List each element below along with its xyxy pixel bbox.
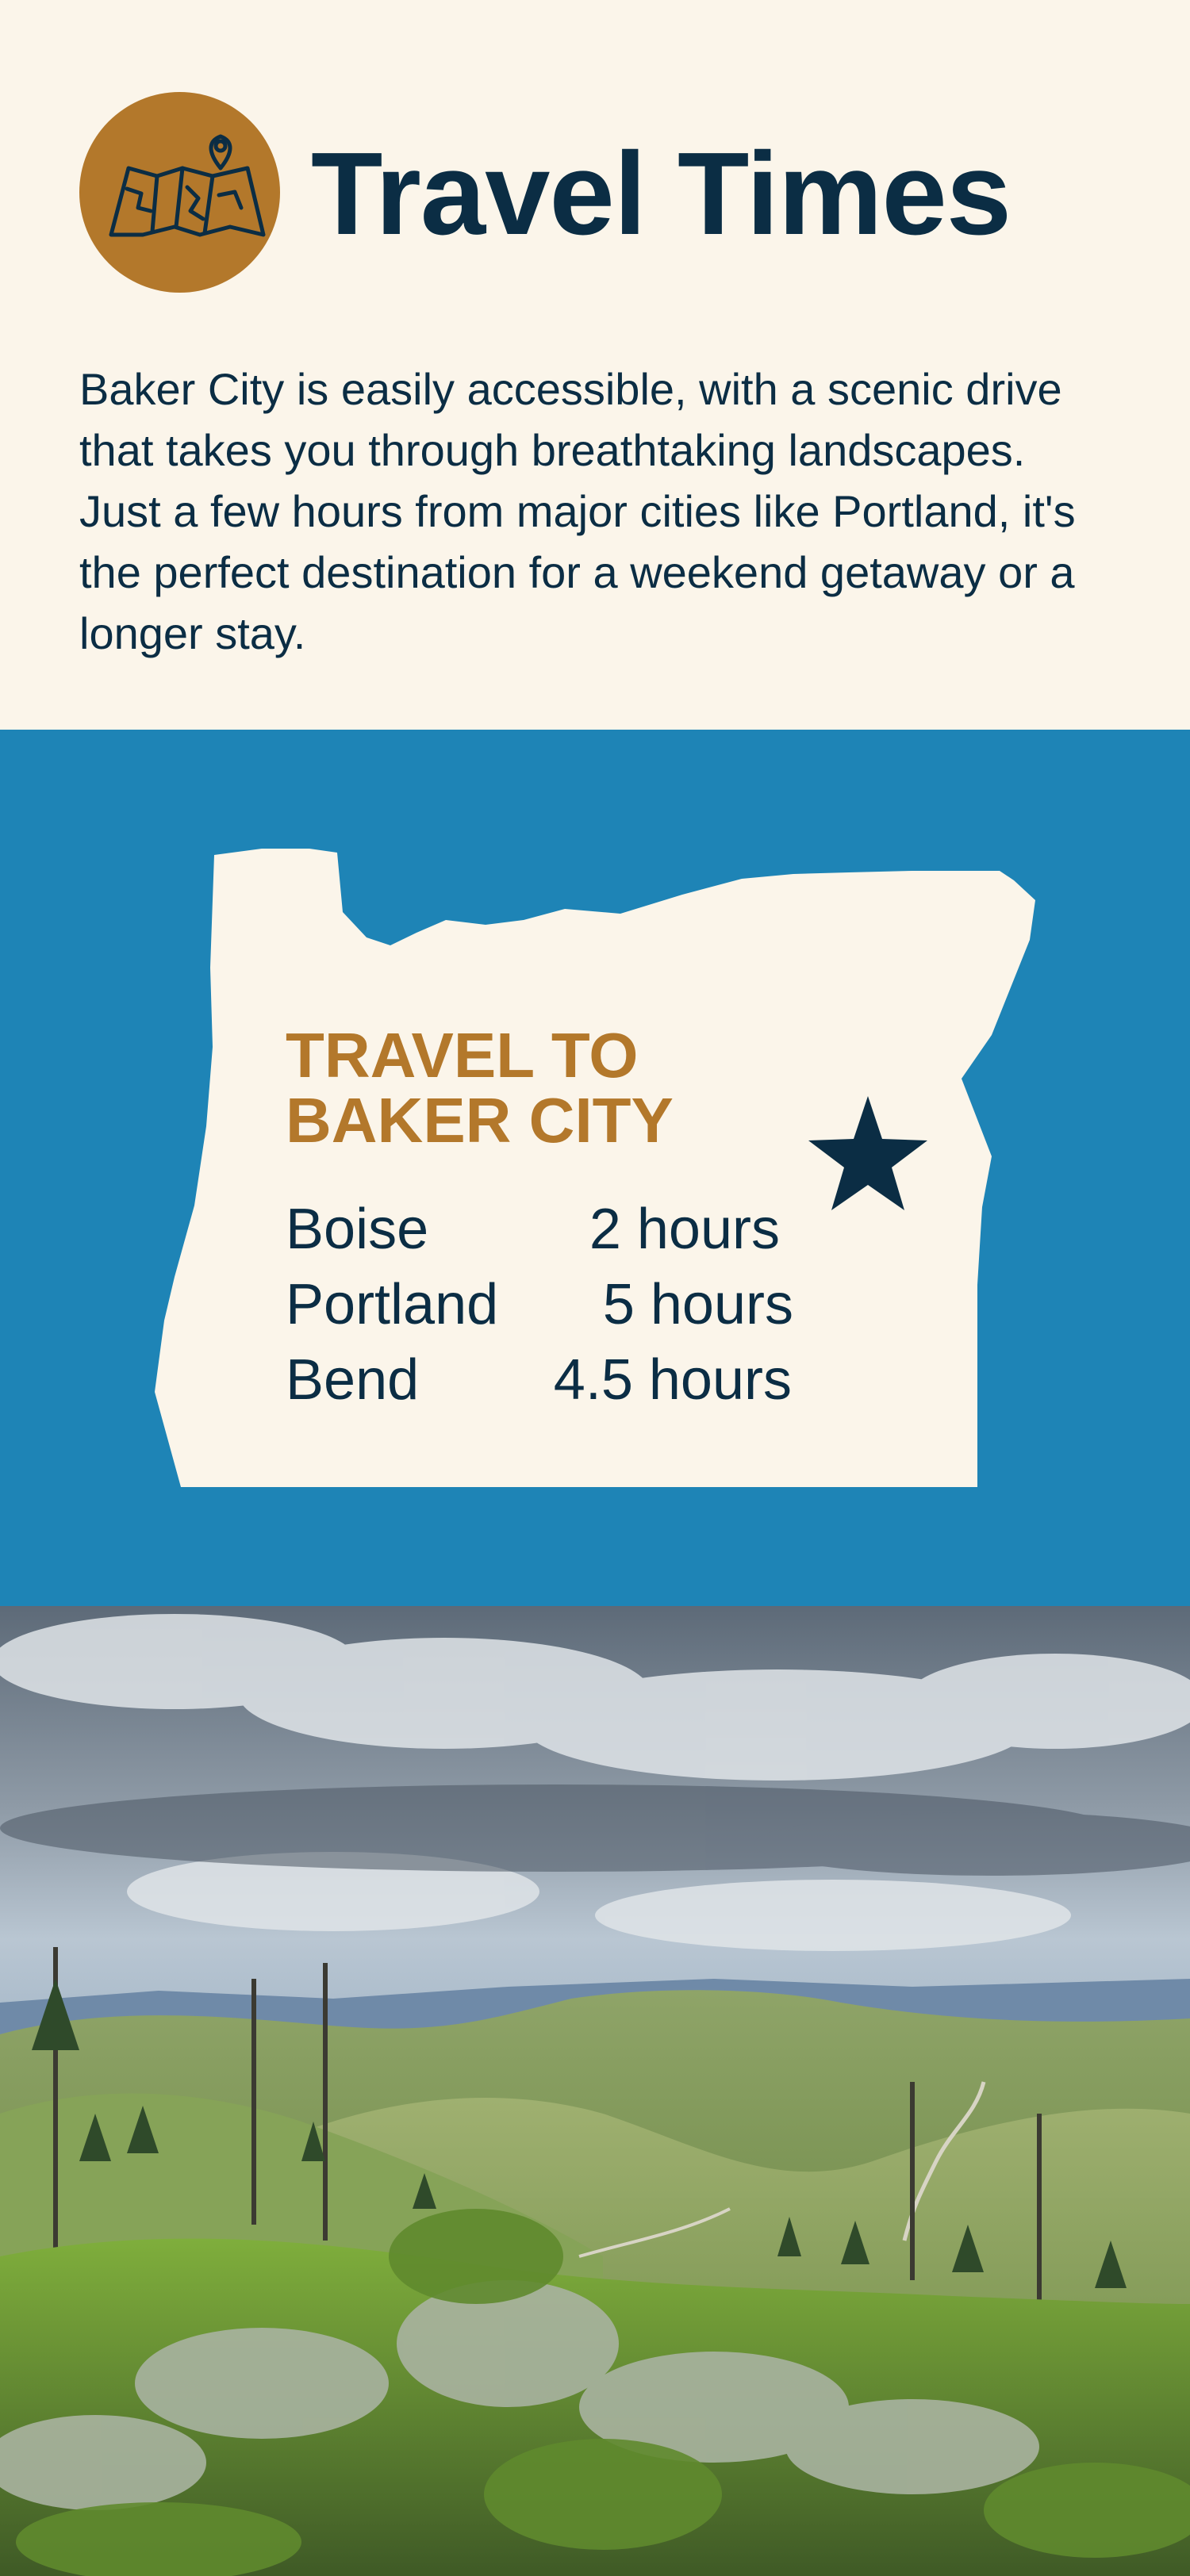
star-icon [808, 1096, 927, 1210]
route-time: 2 hours [589, 1198, 780, 1261]
travel-times-list: Boise 2 hours Portland 5 hours Bend 4.5 … [286, 1194, 793, 1420]
route-row-bend: Bend 4.5 hours [286, 1345, 793, 1420]
map-badge [79, 92, 280, 293]
landscape-illustration [0, 1606, 1190, 2576]
oregon-map-shape [155, 849, 1035, 1487]
map-heading: TRAVEL TO BAKER CITY [286, 1023, 674, 1153]
route-city: Bend [286, 1348, 420, 1412]
map-heading-line2: BAKER CITY [286, 1085, 674, 1156]
route-row-boise: Boise 2 hours [286, 1194, 793, 1270]
folded-map-pin-icon [109, 134, 266, 237]
landscape-photo [0, 1606, 1190, 2576]
route-time: 5 hours [602, 1273, 793, 1336]
map-section [0, 730, 1190, 1606]
route-city: Boise [286, 1198, 429, 1261]
route-time: 4.5 hours [553, 1348, 792, 1412]
map-heading-line1: TRAVEL TO [286, 1020, 639, 1091]
intro-paragraph: Baker City is easily accessible, with a … [79, 364, 1076, 658]
page-title: Travel Times [311, 128, 1012, 259]
route-row-portland: Portland 5 hours [286, 1270, 793, 1345]
route-city: Portland [286, 1273, 499, 1336]
